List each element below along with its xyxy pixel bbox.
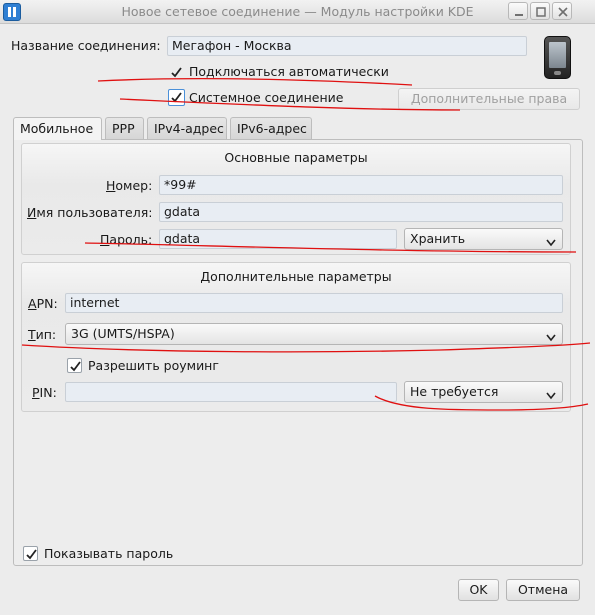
password-label: Пароль:: [100, 232, 153, 247]
roaming-checkbox[interactable]: [67, 358, 82, 373]
password-field[interactable]: gdata: [159, 229, 397, 249]
window-title: Новое сетевое соединение — Модуль настро…: [121, 4, 474, 19]
ok-button[interactable]: OK: [458, 579, 499, 601]
apn-field[interactable]: internet: [65, 293, 563, 313]
pin-storage-select[interactable]: Не требуется: [404, 381, 563, 403]
tab-ppp[interactable]: PPP: [105, 117, 144, 139]
password-storage-value: Хранить: [410, 231, 466, 246]
extra-rights-button[interactable]: Дополнительные права: [398, 88, 580, 110]
apn-label: APN:: [28, 296, 58, 311]
pin-storage-value: Не требуется: [410, 384, 499, 399]
type-label: Тип:: [28, 327, 57, 342]
annotation-stroke: [97, 78, 413, 86]
tab-ipv6[interactable]: IPv6-адрес: [230, 117, 312, 139]
connection-name-field[interactable]: Мегафон - Москва: [167, 36, 527, 56]
cancel-button[interactable]: Отмена: [506, 579, 580, 601]
chevron-down-icon: [546, 330, 556, 345]
username-label: Имя пользователя:: [27, 205, 153, 220]
close-button[interactable]: [552, 2, 572, 20]
system-connection-label: Системное соединение: [189, 90, 344, 105]
tab-mobile[interactable]: Мобильное: [13, 117, 102, 140]
chevron-down-icon: [546, 388, 556, 403]
system-connection-checkbox[interactable]: [168, 89, 185, 106]
password-storage-select[interactable]: Хранить: [404, 228, 563, 250]
auto-connect-checkbox[interactable]: [168, 64, 183, 79]
number-field[interactable]: *99#: [159, 175, 563, 195]
chevron-down-icon: [546, 235, 556, 250]
advanced-params-title: Дополнительные параметры: [200, 269, 392, 284]
network-type-value: 3G (UMTS/HSPA): [71, 326, 175, 341]
connection-name-label: Название соединения:: [11, 38, 161, 53]
maximize-button[interactable]: [530, 2, 550, 20]
pin-field[interactable]: [65, 382, 397, 402]
mobile-phone-icon: [544, 36, 571, 79]
tab-ipv4[interactable]: IPv4-адрес: [147, 117, 227, 139]
auto-connect-label: Подключаться автоматически: [189, 64, 389, 79]
show-password-label: Показывать пароль: [44, 546, 174, 561]
pin-label: PIN:: [32, 385, 57, 400]
number-label: Номер:: [106, 178, 153, 193]
title-bar: Новое сетевое соединение — Модуль настро…: [0, 0, 595, 24]
roaming-label: Разрешить роуминг: [88, 358, 219, 373]
basic-params-title: Основные параметры: [224, 150, 368, 165]
show-password-checkbox[interactable]: [23, 546, 38, 561]
network-type-select[interactable]: 3G (UMTS/HSPA): [65, 323, 563, 345]
username-field[interactable]: gdata: [159, 202, 563, 222]
minimize-button[interactable]: [508, 2, 528, 20]
